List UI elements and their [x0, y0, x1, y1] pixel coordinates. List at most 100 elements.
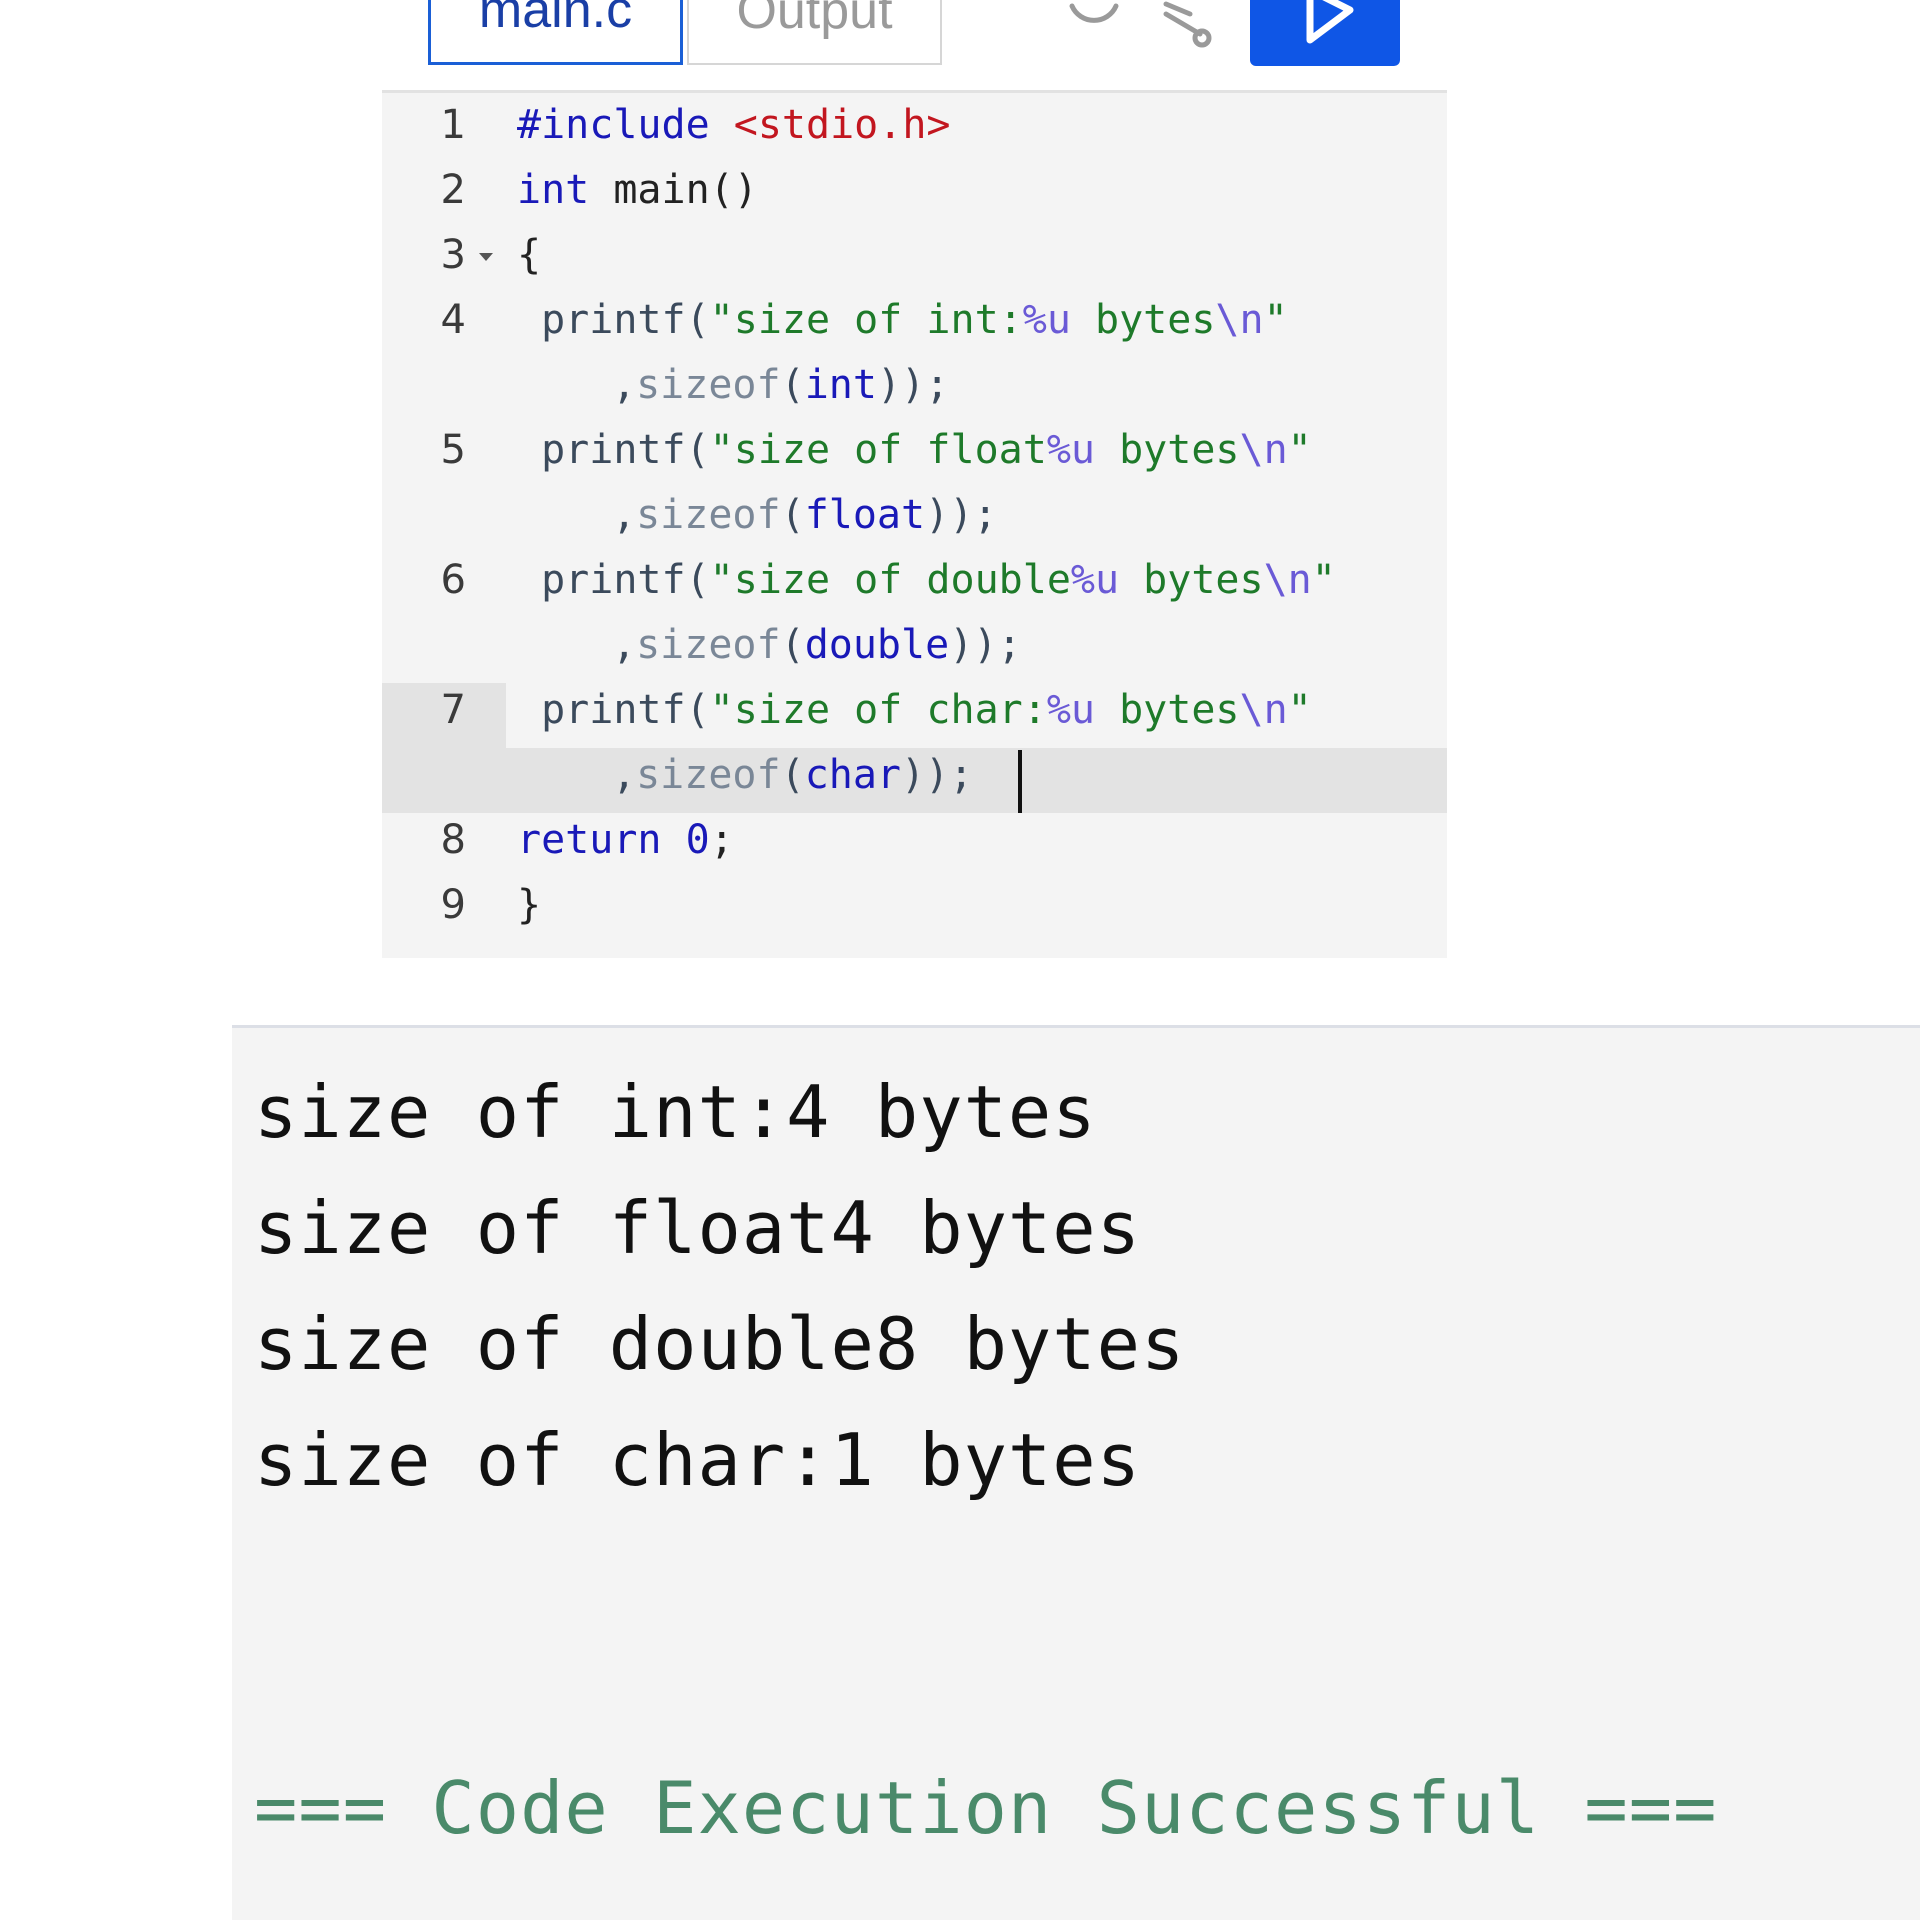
- output-line: size of char:1 bytes: [254, 1418, 1141, 1502]
- tab-output-label: Output: [736, 0, 893, 40]
- code-text: printf("size of float%u bytes\n": [517, 418, 1312, 483]
- closing-tokens: ));: [901, 752, 974, 798]
- paren: (: [685, 687, 710, 733]
- output-console[interactable]: size of int:4 bytes size of float4 bytes…: [232, 1025, 1920, 1920]
- code-text: {: [517, 232, 542, 278]
- preprocessor-directive: #include: [517, 102, 710, 148]
- type-keyword: double: [804, 622, 950, 668]
- format-specifier: %u: [1046, 427, 1095, 473]
- code-text: return 0;: [517, 808, 734, 873]
- string-literal: ": [1287, 687, 1312, 733]
- code-line-3[interactable]: 3 {: [382, 223, 1447, 288]
- comma: ,: [612, 622, 637, 668]
- string-literal: "size of double: [709, 557, 1071, 603]
- paren: (: [685, 557, 710, 603]
- paren: (: [685, 427, 710, 473]
- paren: (: [780, 622, 805, 668]
- string-literal: bytes: [1119, 557, 1264, 603]
- code-editor[interactable]: 1 #include <stdio.h> 2 int main() 3 { 4 …: [382, 90, 1447, 958]
- escape-sequence: \n: [1239, 427, 1288, 473]
- string-literal: "size of float: [709, 427, 1047, 473]
- format-specifier: %u: [1070, 557, 1120, 603]
- escape-sequence: \n: [1239, 687, 1288, 733]
- line-number: 5: [440, 427, 466, 473]
- type-keyword: int: [804, 362, 877, 408]
- code-line-7[interactable]: 7 printf("size of char:%u bytes\n" ,size…: [382, 678, 1447, 808]
- escape-sequence: \n: [1215, 297, 1264, 343]
- number-literal: 0: [685, 817, 710, 863]
- paren: (: [780, 752, 805, 798]
- run-button[interactable]: [1250, 0, 1400, 66]
- code-line-5[interactable]: 5 printf("size of float%u bytes\n" ,size…: [382, 418, 1447, 548]
- code-text: printf("size of int:%u bytes\n": [517, 288, 1288, 353]
- function-name: printf: [517, 297, 686, 343]
- line-number: 2: [440, 167, 466, 213]
- string-literal: bytes: [1095, 687, 1240, 733]
- sizeof-operator: sizeof: [636, 622, 781, 668]
- escape-sequence: \n: [1263, 557, 1312, 603]
- string-literal: bytes: [1095, 427, 1240, 473]
- line-number: 9: [440, 882, 466, 928]
- closing-tokens: ));: [876, 362, 950, 408]
- code-text-wrapped: ,sizeof(double));: [612, 613, 1021, 678]
- share-icon[interactable]: [1160, 0, 1220, 59]
- line-number: 6: [440, 557, 466, 603]
- semicolon: ;: [709, 817, 734, 863]
- format-specifier: %u: [1022, 297, 1071, 343]
- function-signature: main(): [589, 167, 758, 213]
- tab-output[interactable]: Output: [687, 0, 942, 65]
- code-line-4[interactable]: 4 printf("size of int:%u bytes\n" ,sizeo…: [382, 288, 1447, 418]
- output-line: size of float4 bytes: [254, 1186, 1141, 1270]
- function-name: printf: [517, 557, 686, 603]
- code-text: #include <stdio.h>: [517, 93, 951, 158]
- fold-arrow-icon[interactable]: [479, 253, 493, 262]
- type-keyword: int: [517, 167, 590, 213]
- sizeof-operator: sizeof: [636, 492, 781, 538]
- code-text: int main(): [517, 158, 758, 223]
- code-text-wrapped: ,sizeof(float));: [612, 483, 997, 548]
- include-header: <stdio.h>: [733, 102, 951, 148]
- string-literal: ": [1311, 557, 1336, 603]
- code-text: printf("size of double%u bytes\n": [517, 548, 1336, 613]
- paren: (: [780, 362, 805, 408]
- format-specifier: %u: [1046, 687, 1095, 733]
- type-keyword: char: [804, 752, 902, 798]
- code-text-wrapped: ,sizeof(int));: [612, 353, 949, 418]
- closing-tokens: ));: [925, 492, 998, 538]
- line-number: 4: [440, 297, 466, 343]
- code-text: }: [517, 882, 542, 928]
- type-keyword: float: [804, 492, 926, 538]
- line-number: 1: [440, 102, 466, 148]
- tab-main-c[interactable]: main.c: [428, 0, 683, 65]
- code-line-1[interactable]: 1 #include <stdio.h>: [382, 93, 1447, 158]
- comma: ,: [612, 492, 637, 538]
- code-line-9[interactable]: 9 }: [382, 873, 1447, 938]
- line-number: 3: [440, 232, 466, 278]
- code-line-6[interactable]: 6 printf("size of double%u bytes\n" ,siz…: [382, 548, 1447, 678]
- moon-icon[interactable]: [1064, 0, 1124, 54]
- function-name: printf: [517, 687, 686, 733]
- string-literal: ": [1263, 297, 1288, 343]
- output-line: size of double8 bytes: [254, 1302, 1186, 1386]
- code-line-2[interactable]: 2 int main(): [382, 158, 1447, 223]
- function-name: printf: [517, 427, 686, 473]
- comma: ,: [612, 362, 637, 408]
- code-text: printf("size of char:%u bytes\n": [517, 678, 1312, 743]
- sizeof-operator: sizeof: [636, 752, 781, 798]
- execution-status: === Code Execution Successful ===: [254, 1766, 1718, 1850]
- text-cursor: [1018, 750, 1022, 813]
- string-literal: ": [1287, 427, 1312, 473]
- play-icon: [1306, 0, 1354, 44]
- output-line: size of int:4 bytes: [254, 1070, 1097, 1154]
- paren: (: [685, 297, 710, 343]
- string-literal: bytes: [1070, 297, 1216, 343]
- return-keyword: return: [517, 817, 662, 863]
- code-line-8[interactable]: 8 return 0;: [382, 808, 1447, 873]
- line-number: 8: [440, 817, 466, 863]
- sizeof-operator: sizeof: [636, 362, 781, 408]
- string-literal: "size of char:: [709, 687, 1047, 733]
- paren: (: [780, 492, 805, 538]
- tab-main-c-label: main.c: [478, 0, 633, 39]
